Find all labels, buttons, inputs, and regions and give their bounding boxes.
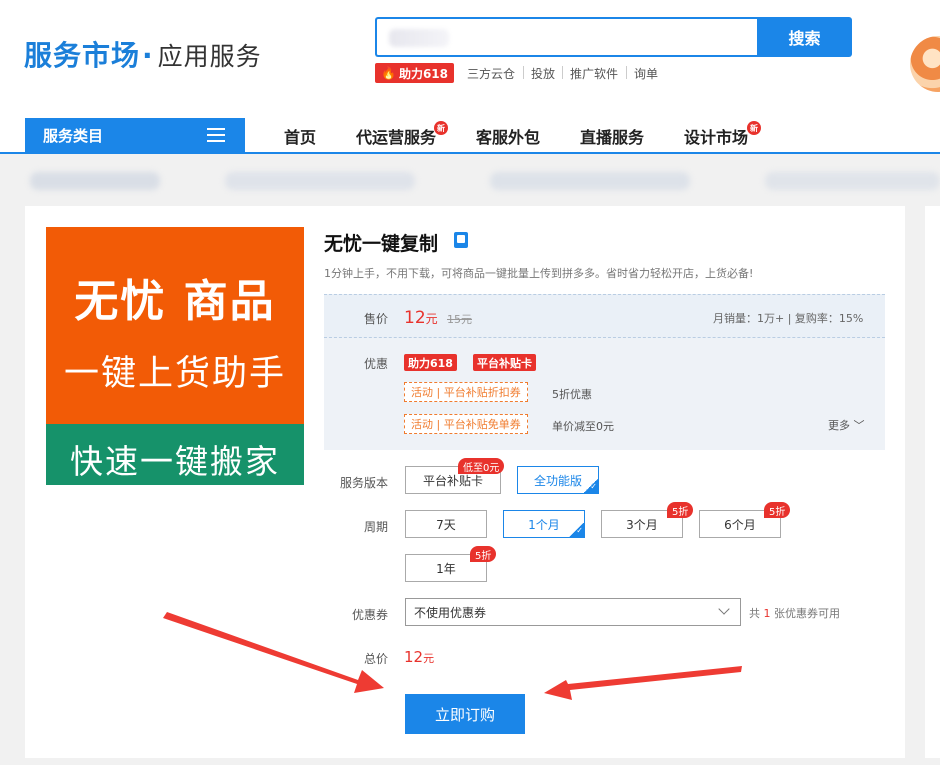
activity-tag-discount[interactable]: 活动 | 平台补贴折扣券 xyxy=(404,382,528,402)
nav-item-home[interactable]: 首页 xyxy=(284,124,316,148)
hot-link-promo-software[interactable]: 推广软件 xyxy=(570,65,618,82)
side-panel xyxy=(925,206,940,758)
search-button[interactable]: 搜索 xyxy=(757,17,852,57)
nav-item-design-market[interactable]: 设计市场 xyxy=(684,124,748,148)
product-title: 无忧一键复制 xyxy=(324,233,439,255)
chevron-down-icon: ﹀ xyxy=(853,419,865,432)
period-badge: 5折 xyxy=(764,502,791,518)
brand-name: 服务市场 xyxy=(24,39,141,72)
hot-link-ads[interactable]: 投放 xyxy=(531,65,555,82)
order-now-button[interactable]: 立即订购 xyxy=(405,694,525,734)
nav-item-live-service[interactable]: 直播服务 xyxy=(580,124,644,148)
new-badge: 新 xyxy=(747,121,761,135)
hot-link-divider xyxy=(523,66,524,79)
category-label: 服务类目 xyxy=(43,127,104,145)
hot-tag-label: 助力618 xyxy=(398,66,449,81)
original-price: 15元 xyxy=(447,313,472,326)
hot-link-divider xyxy=(562,66,563,79)
period-option-1m[interactable]: 1个月 xyxy=(503,510,585,538)
activity-tag-free[interactable]: 活动 | 平台补贴免单券 xyxy=(404,414,528,434)
total-label: 总价 xyxy=(364,652,389,666)
promo-tag-618: 助力618 xyxy=(404,354,457,371)
total-value: 12元 xyxy=(404,648,435,666)
hot-tag-618[interactable]: 🔥 助力618 xyxy=(375,63,455,83)
period-label: 周期 xyxy=(364,520,389,534)
more-promos-link[interactable]: 更多 ﹀ xyxy=(828,417,865,433)
product-image-line: 快速一键搬家 xyxy=(70,442,280,481)
period-badge: 5折 xyxy=(667,502,694,518)
coupon-select[interactable]: 不使用优惠券 xyxy=(405,598,741,626)
activity-text-discount: 5折优惠 xyxy=(552,388,592,401)
version-label: 服务版本 xyxy=(340,476,389,490)
version-badge: 低至0元 xyxy=(458,458,505,474)
hamburger-icon xyxy=(207,128,225,142)
brand-logo[interactable]: 服务市场· 应用服务 xyxy=(24,34,262,74)
product-image-line: 无忧 商品 xyxy=(74,276,276,327)
product-description: 1分钟上手，不用下载，可将商品一键批量上传到拼多多。省时省力轻松开店，上货必备! xyxy=(324,267,754,280)
breadcrumb-blurred xyxy=(0,164,940,194)
flame-icon: 🔥 xyxy=(381,66,396,80)
coupon-note: 共 1 张优惠券可用 xyxy=(749,607,840,620)
period-badge: 5折 xyxy=(470,546,497,562)
hot-link-inquiry[interactable]: 询单 xyxy=(634,65,658,82)
nav-item-operation-service[interactable]: 代运营服务 xyxy=(356,124,436,148)
new-badge: 新 xyxy=(434,121,448,135)
coupon-label: 优惠券 xyxy=(352,608,389,622)
version-option-full[interactable]: 全功能版 xyxy=(517,466,599,494)
hot-link-warehouse[interactable]: 三方云仓 xyxy=(467,65,515,82)
period-option-7d[interactable]: 7天 xyxy=(405,510,487,538)
search-placeholder-blurred xyxy=(389,29,449,47)
product-image[interactable]: 无忧 商品 一键上货助手 快速一键搬家 xyxy=(46,227,304,485)
promo-label: 优惠 xyxy=(364,357,389,371)
price-value: 12元 xyxy=(404,308,438,328)
price-label: 售价 xyxy=(364,312,389,326)
product-image-line: 一键上货助手 xyxy=(63,354,286,394)
brand-subtitle: 应用服务 xyxy=(157,42,262,71)
promo-tag-subsidy-card: 平台补贴卡 xyxy=(473,354,536,371)
nav-item-customer-service[interactable]: 客服外包 xyxy=(476,124,540,148)
activity-text-free: 单价减至0元 xyxy=(552,420,614,433)
mobile-icon xyxy=(454,232,468,248)
sales-stats: 月销量：1万+ | 复购率：15% xyxy=(713,312,864,325)
hot-link-divider xyxy=(626,66,627,79)
search-input[interactable] xyxy=(375,17,759,57)
